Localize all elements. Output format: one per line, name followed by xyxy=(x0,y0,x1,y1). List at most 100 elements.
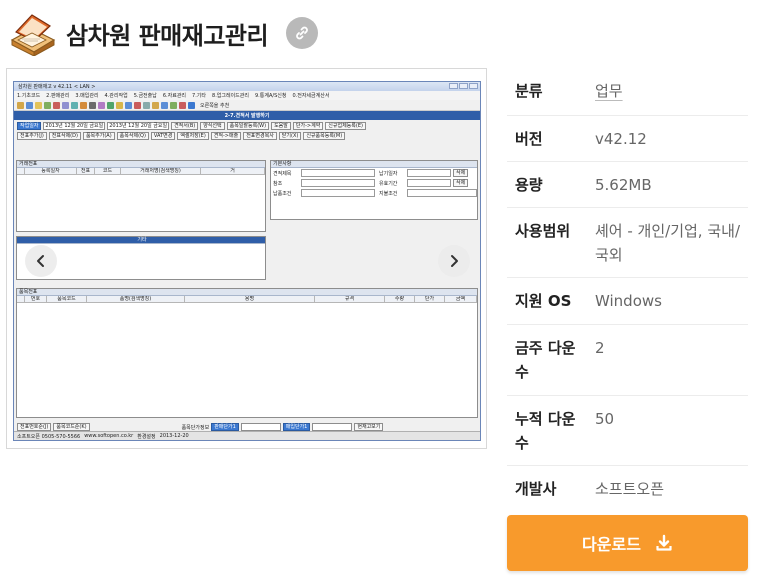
download-button[interactable]: 다운로드 xyxy=(507,515,748,571)
screenshot-menu-item: 6.자료관리 xyxy=(162,93,187,99)
screenshot-other-title: 기타 xyxy=(17,237,265,244)
info-label: 누적 다운수 xyxy=(515,410,576,452)
screenshot-menu-item: 7.기타 xyxy=(192,93,207,99)
info-label: 개발사 xyxy=(515,480,557,498)
download-icon xyxy=(655,534,673,552)
screenshot-trade-panel: 거래전표 등록일자 전표 코드 거래처명(검색명칭) 거 xyxy=(16,160,266,232)
screenshot-price-info: 품목단가정보 xyxy=(181,424,210,431)
next-screenshot-button[interactable] xyxy=(438,245,470,277)
screenshot-tab: 전표번호순(J) xyxy=(17,423,52,431)
screenshot-menu-item: 2.판매관리 xyxy=(46,93,70,99)
screenshot-btn: 품목추가(A) xyxy=(82,132,115,140)
info-value: 50 xyxy=(595,410,615,428)
screenshot-btn: 단가->계약 xyxy=(292,122,324,130)
info-row-category: 분류 업무 xyxy=(507,68,748,116)
grid-col: 거 xyxy=(201,168,265,174)
screenshot-status-site: www.softopen.co.kr xyxy=(84,433,134,439)
grid-col: 등록일자 xyxy=(25,168,77,174)
category-link[interactable]: 업무 xyxy=(589,68,748,115)
grid-col: 규격 xyxy=(315,296,385,302)
screenshot-row1: 작업일자 2013년 12월 20일 금요일 2013년 12월 20일 금요일… xyxy=(14,120,480,130)
grid-col: 번호 xyxy=(25,296,47,302)
screenshot-items-title: 품목전표 xyxy=(17,289,477,296)
info-label: 금주 다운수 xyxy=(515,339,576,381)
screenshot-btn: 신규업체등록(E) xyxy=(325,122,366,130)
screenshot-status-date: 2013-12-20 xyxy=(159,433,189,439)
screenshot-btn: 삭제 xyxy=(453,179,469,187)
screenshot-date-to: 2013년 12월 20일 금요일 xyxy=(107,122,170,130)
screenshot-period-label: 작업일자 xyxy=(17,122,42,130)
screenshot-btn: 품목삭제(Q) xyxy=(116,132,149,140)
info-label: 사용범위 xyxy=(515,222,571,240)
screenshot-btn: 전표추가(J) xyxy=(17,132,47,140)
info-row-total-downloads: 누적 다운수 50 xyxy=(507,396,748,466)
screenshot-viewer: 삼차원 판매재고 v 42.11 < LAN > 1.기초코드 2.판매관리 3… xyxy=(6,68,487,449)
download-label: 다운로드 xyxy=(582,535,641,554)
screenshot-tab: 품목코드순(K) xyxy=(53,423,90,431)
copy-link-button[interactable] xyxy=(286,17,319,49)
grid-col: 전표 xyxy=(77,168,95,174)
screenshot-btn: 전표삭제(D) xyxy=(48,132,81,140)
screenshot-btn: 신규품목등록(M) xyxy=(303,132,346,140)
grid-col: 단가 xyxy=(415,296,445,302)
screenshot-stock-btn: 현재고보기 xyxy=(354,423,384,431)
field-label: 지불조건 xyxy=(379,190,398,197)
screenshot-btn: 전표변경복사 xyxy=(243,132,277,140)
screenshot-trade-header: 등록일자 전표 코드 거래처명(검색명칭) 거 xyxy=(17,168,265,175)
screenshot-btn: 양식선택 xyxy=(200,122,225,130)
screenshot-btn: 삭제 xyxy=(453,169,469,177)
screenshot-titlebar: 삼차원 판매재고 v 42.11 < LAN > xyxy=(14,82,480,91)
screenshot-statusbar: 소프트오픈 0505-570-5566 www.softopen.co.kr 환… xyxy=(14,431,480,440)
chevron-left-icon xyxy=(37,255,44,267)
field-label: 납품조건 xyxy=(273,190,292,197)
software-info-table: 분류 업무 버전 v42.12 용량 5.62MB 사용범위 셰어 - 개인/기… xyxy=(507,68,748,512)
screenshot-btn: 견적서(B) xyxy=(171,122,199,130)
info-row-license: 사용범위 셰어 - 개인/기업, 국내/국외 xyxy=(507,208,748,278)
screenshot-menu-item: 1.기초코드 xyxy=(17,93,41,99)
grid-col: 품명(검색명칭) xyxy=(87,296,185,302)
info-label: 분류 xyxy=(515,82,543,100)
screenshot-btn: 품목일괄등록(W) xyxy=(226,122,270,130)
screenshot-status-support: 소프트오픈 0505-570-5566 xyxy=(17,433,81,440)
info-label: 지원 OS xyxy=(515,292,572,310)
info-value: 5.62MB xyxy=(595,176,652,194)
screenshot-btn: 엑셀저장(E) xyxy=(177,132,209,140)
screenshot-trade-title: 거래전표 xyxy=(17,161,265,168)
screenshot-btn: 견적->매출 xyxy=(210,132,242,140)
info-row-version: 버전 v42.12 xyxy=(507,116,748,162)
screenshot-menu-item: 3.매입관리 xyxy=(75,93,99,99)
grid-col: 수량 xyxy=(385,296,415,302)
laptop-box-icon xyxy=(6,10,56,57)
grid-col: 금액 xyxy=(445,296,477,302)
screenshot-bottom-tabs: 전표번호순(J) 품목코드순(K) 품목단가정보 판매단가1 매입단가1 현재고… xyxy=(14,421,386,431)
screenshot-row2: 전표추가(J) 전표삭제(D) 품목추가(A) 품목삭제(Q) VAT변경 엑셀… xyxy=(14,130,480,140)
info-value: 2 xyxy=(595,339,605,357)
screenshot-menu-item: 9.통계A/S신청 xyxy=(255,93,287,99)
screenshot-basic-title: 기본사항 xyxy=(271,161,477,168)
grid-col: 거래처명(검색명칭) xyxy=(121,168,201,174)
info-row-weekly-downloads: 금주 다운수 2 xyxy=(507,325,748,396)
link-icon xyxy=(296,26,308,40)
info-row-size: 용량 5.62MB xyxy=(507,162,748,208)
info-label: 버전 xyxy=(515,130,543,148)
screenshot-btn: 도움말 xyxy=(271,122,291,130)
prev-screenshot-button[interactable] xyxy=(25,245,57,277)
screenshot-buy-price: 매입단가1 xyxy=(282,423,311,431)
screenshot-section-title: 2-7.견적서 발행하기 xyxy=(14,111,480,120)
field-label: 납기일자 xyxy=(379,170,398,177)
field-label: 견적제목 xyxy=(273,170,292,177)
screenshot-toolbar: 오른쪽을 추천 xyxy=(14,100,480,111)
app-screenshot: 삼차원 판매재고 v 42.11 < LAN > 1.기초코드 2.판매관리 3… xyxy=(13,81,481,441)
field-label: 참조 xyxy=(273,180,283,187)
info-value: v42.12 xyxy=(595,130,647,148)
info-value: 소프트오픈 xyxy=(595,480,665,498)
app-title: 삼차원 판매재고관리 xyxy=(66,21,269,50)
info-value: Windows xyxy=(595,292,662,310)
screenshot-status-env: 환경설정 xyxy=(137,433,156,440)
screenshot-menu-item: 5.금전출납 xyxy=(133,93,157,99)
screenshot-sale-price: 판매단가1 xyxy=(211,423,239,431)
screenshot-basic-panel: 기본사항 견적제목 참조 납품조건 납기일자 삭제 유효기간 삭제 지불조건 xyxy=(270,160,478,220)
info-label: 용량 xyxy=(515,176,543,194)
info-value: 셰어 - 개인/기업, 국내/국외 xyxy=(595,222,740,264)
chevron-right-icon xyxy=(451,255,458,267)
